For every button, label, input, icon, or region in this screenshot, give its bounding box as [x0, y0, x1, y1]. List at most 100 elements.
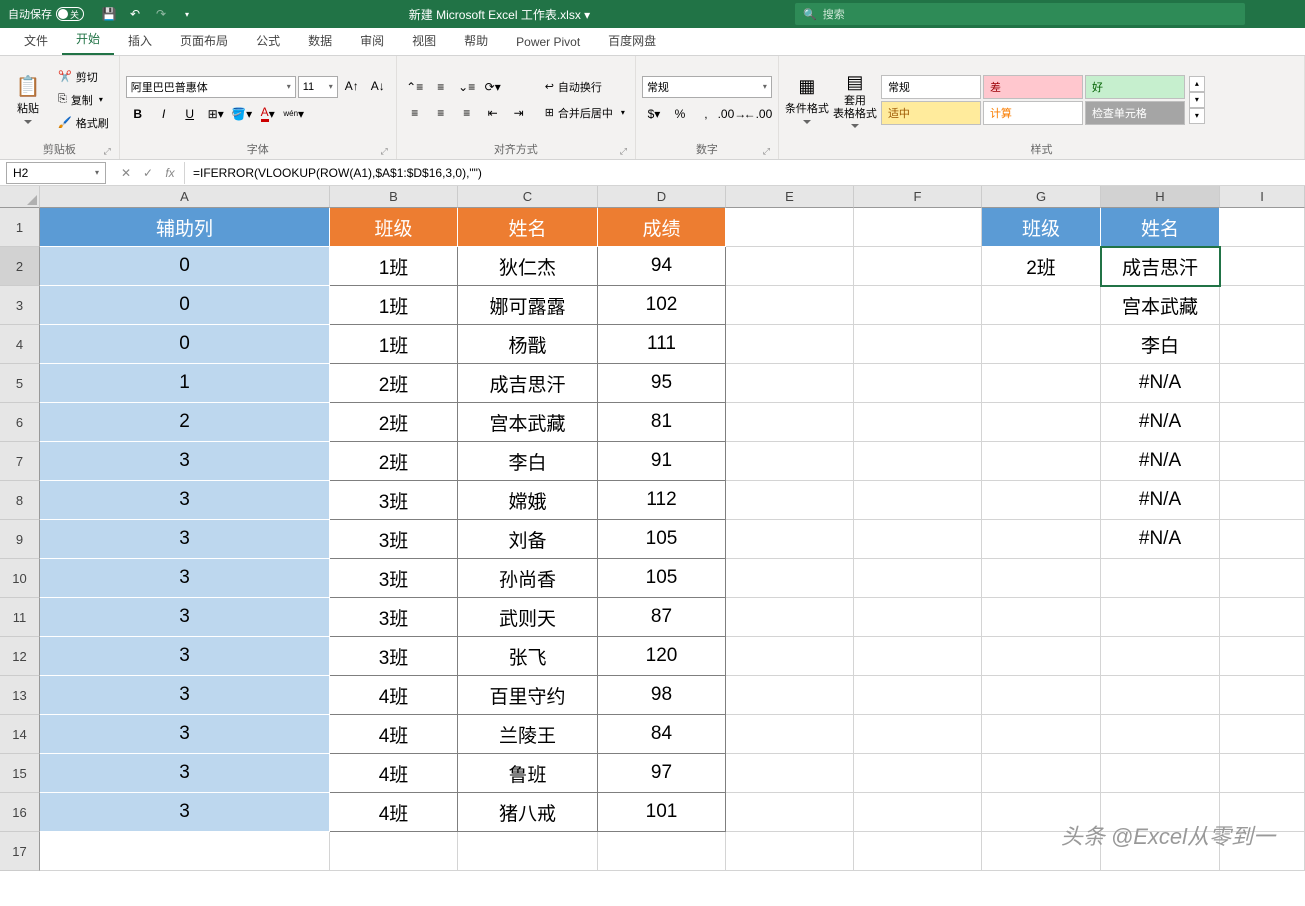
- bold-button[interactable]: B: [126, 104, 150, 124]
- cell-B7[interactable]: 2班: [330, 442, 458, 481]
- cell-F4[interactable]: [854, 325, 982, 364]
- cell-D12[interactable]: 120: [598, 637, 726, 676]
- cell-H17[interactable]: [1101, 832, 1220, 871]
- row-header-14[interactable]: 14: [0, 715, 40, 754]
- cell-B1[interactable]: 班级: [330, 208, 458, 247]
- launcher-icon[interactable]: ⤢: [763, 146, 770, 157]
- wrap-text-button[interactable]: ↩自动换行: [541, 77, 629, 97]
- align-right-icon[interactable]: ≡: [455, 103, 479, 123]
- cell-C15[interactable]: 鲁班: [458, 754, 598, 793]
- cell-F5[interactable]: [854, 364, 982, 403]
- cell-H13[interactable]: [1101, 676, 1220, 715]
- formula-input[interactable]: =IFERROR(VLOOKUP(ROW(A1),$A$1:$D$16,3,0)…: [185, 166, 1305, 180]
- cell-I9[interactable]: [1220, 520, 1305, 559]
- format-painter-button[interactable]: 🖌️格式刷: [54, 113, 113, 133]
- cell-C6[interactable]: 宫本武藏: [458, 403, 598, 442]
- cell-I5[interactable]: [1220, 364, 1305, 403]
- row-header-9[interactable]: 9: [0, 520, 40, 559]
- cell-C4[interactable]: 杨戬: [458, 325, 598, 364]
- cell-E7[interactable]: [726, 442, 854, 481]
- cell-E5[interactable]: [726, 364, 854, 403]
- cell-E13[interactable]: [726, 676, 854, 715]
- cell-B9[interactable]: 3班: [330, 520, 458, 559]
- cell-C16[interactable]: 猪八戒: [458, 793, 598, 832]
- cell-E6[interactable]: [726, 403, 854, 442]
- col-header-E[interactable]: E: [726, 186, 854, 208]
- style-好[interactable]: 好: [1085, 75, 1185, 99]
- cell-D10[interactable]: 105: [598, 559, 726, 598]
- cell-I10[interactable]: [1220, 559, 1305, 598]
- cell-G5[interactable]: [982, 364, 1101, 403]
- cell-G15[interactable]: [982, 754, 1101, 793]
- tab-插入[interactable]: 插入: [114, 26, 166, 55]
- cell-G2[interactable]: 2班: [982, 247, 1101, 286]
- row-header-8[interactable]: 8: [0, 481, 40, 520]
- number-format-combo[interactable]: 常规▾: [642, 76, 772, 98]
- fx-icon[interactable]: fx: [160, 163, 180, 183]
- cell-D17[interactable]: [598, 832, 726, 871]
- cell-H15[interactable]: [1101, 754, 1220, 793]
- col-header-B[interactable]: B: [330, 186, 458, 208]
- gallery-down-icon[interactable]: ▾: [1189, 92, 1205, 108]
- cell-G13[interactable]: [982, 676, 1101, 715]
- cell-A11[interactable]: 3: [40, 598, 330, 637]
- cell-D5[interactable]: 95: [598, 364, 726, 403]
- cell-H2[interactable]: 成吉思汗: [1101, 247, 1220, 286]
- cell-F1[interactable]: [854, 208, 982, 247]
- cell-E8[interactable]: [726, 481, 854, 520]
- cell-B11[interactable]: 3班: [330, 598, 458, 637]
- border-button[interactable]: ⊞▾: [204, 104, 228, 124]
- tab-Power Pivot[interactable]: Power Pivot: [502, 29, 594, 55]
- cell-I12[interactable]: [1220, 637, 1305, 676]
- cell-F10[interactable]: [854, 559, 982, 598]
- cell-C14[interactable]: 兰陵王: [458, 715, 598, 754]
- cell-B15[interactable]: 4班: [330, 754, 458, 793]
- row-header-11[interactable]: 11: [0, 598, 40, 637]
- cell-A13[interactable]: 3: [40, 676, 330, 715]
- cell-I2[interactable]: [1220, 247, 1305, 286]
- cell-H11[interactable]: [1101, 598, 1220, 637]
- launcher-icon[interactable]: ⤢: [620, 146, 627, 157]
- cell-A6[interactable]: 2: [40, 403, 330, 442]
- cell-E10[interactable]: [726, 559, 854, 598]
- cell-D3[interactable]: 102: [598, 286, 726, 325]
- cell-F9[interactable]: [854, 520, 982, 559]
- cell-A10[interactable]: 3: [40, 559, 330, 598]
- col-header-A[interactable]: A: [40, 186, 330, 208]
- style-适中[interactable]: 适中: [881, 101, 981, 125]
- cell-I1[interactable]: [1220, 208, 1305, 247]
- align-middle-icon[interactable]: ≡: [429, 77, 453, 97]
- cell-E15[interactable]: [726, 754, 854, 793]
- qat-dropdown-icon[interactable]: ▾: [178, 5, 196, 23]
- cell-G6[interactable]: [982, 403, 1101, 442]
- redo-icon[interactable]: ↷: [152, 5, 170, 23]
- cell-E16[interactable]: [726, 793, 854, 832]
- orientation-icon[interactable]: ⟳▾: [481, 77, 505, 97]
- cell-C9[interactable]: 刘备: [458, 520, 598, 559]
- cell-D13[interactable]: 98: [598, 676, 726, 715]
- cell-D8[interactable]: 112: [598, 481, 726, 520]
- align-center-icon[interactable]: ≡: [429, 103, 453, 123]
- cell-A5[interactable]: 1: [40, 364, 330, 403]
- row-header-17[interactable]: 17: [0, 832, 40, 871]
- cell-B5[interactable]: 2班: [330, 364, 458, 403]
- cell-E2[interactable]: [726, 247, 854, 286]
- tab-文件[interactable]: 文件: [10, 26, 62, 55]
- cell-I8[interactable]: [1220, 481, 1305, 520]
- cell-D16[interactable]: 101: [598, 793, 726, 832]
- cell-A16[interactable]: 3: [40, 793, 330, 832]
- autosave-toggle[interactable]: 自动保存 关: [0, 6, 92, 22]
- cell-B13[interactable]: 4班: [330, 676, 458, 715]
- cell-I7[interactable]: [1220, 442, 1305, 481]
- font-name-combo[interactable]: 阿里巴巴普惠体▾: [126, 76, 296, 98]
- cell-A12[interactable]: 3: [40, 637, 330, 676]
- font-size-combo[interactable]: 11▾: [298, 76, 338, 98]
- cell-I16[interactable]: [1220, 793, 1305, 832]
- currency-icon[interactable]: $▾: [642, 104, 666, 124]
- cell-F3[interactable]: [854, 286, 982, 325]
- cell-G1[interactable]: 班级: [982, 208, 1101, 247]
- cell-B12[interactable]: 3班: [330, 637, 458, 676]
- col-header-I[interactable]: I: [1220, 186, 1305, 208]
- cell-G3[interactable]: [982, 286, 1101, 325]
- style-计算[interactable]: 计算: [983, 101, 1083, 125]
